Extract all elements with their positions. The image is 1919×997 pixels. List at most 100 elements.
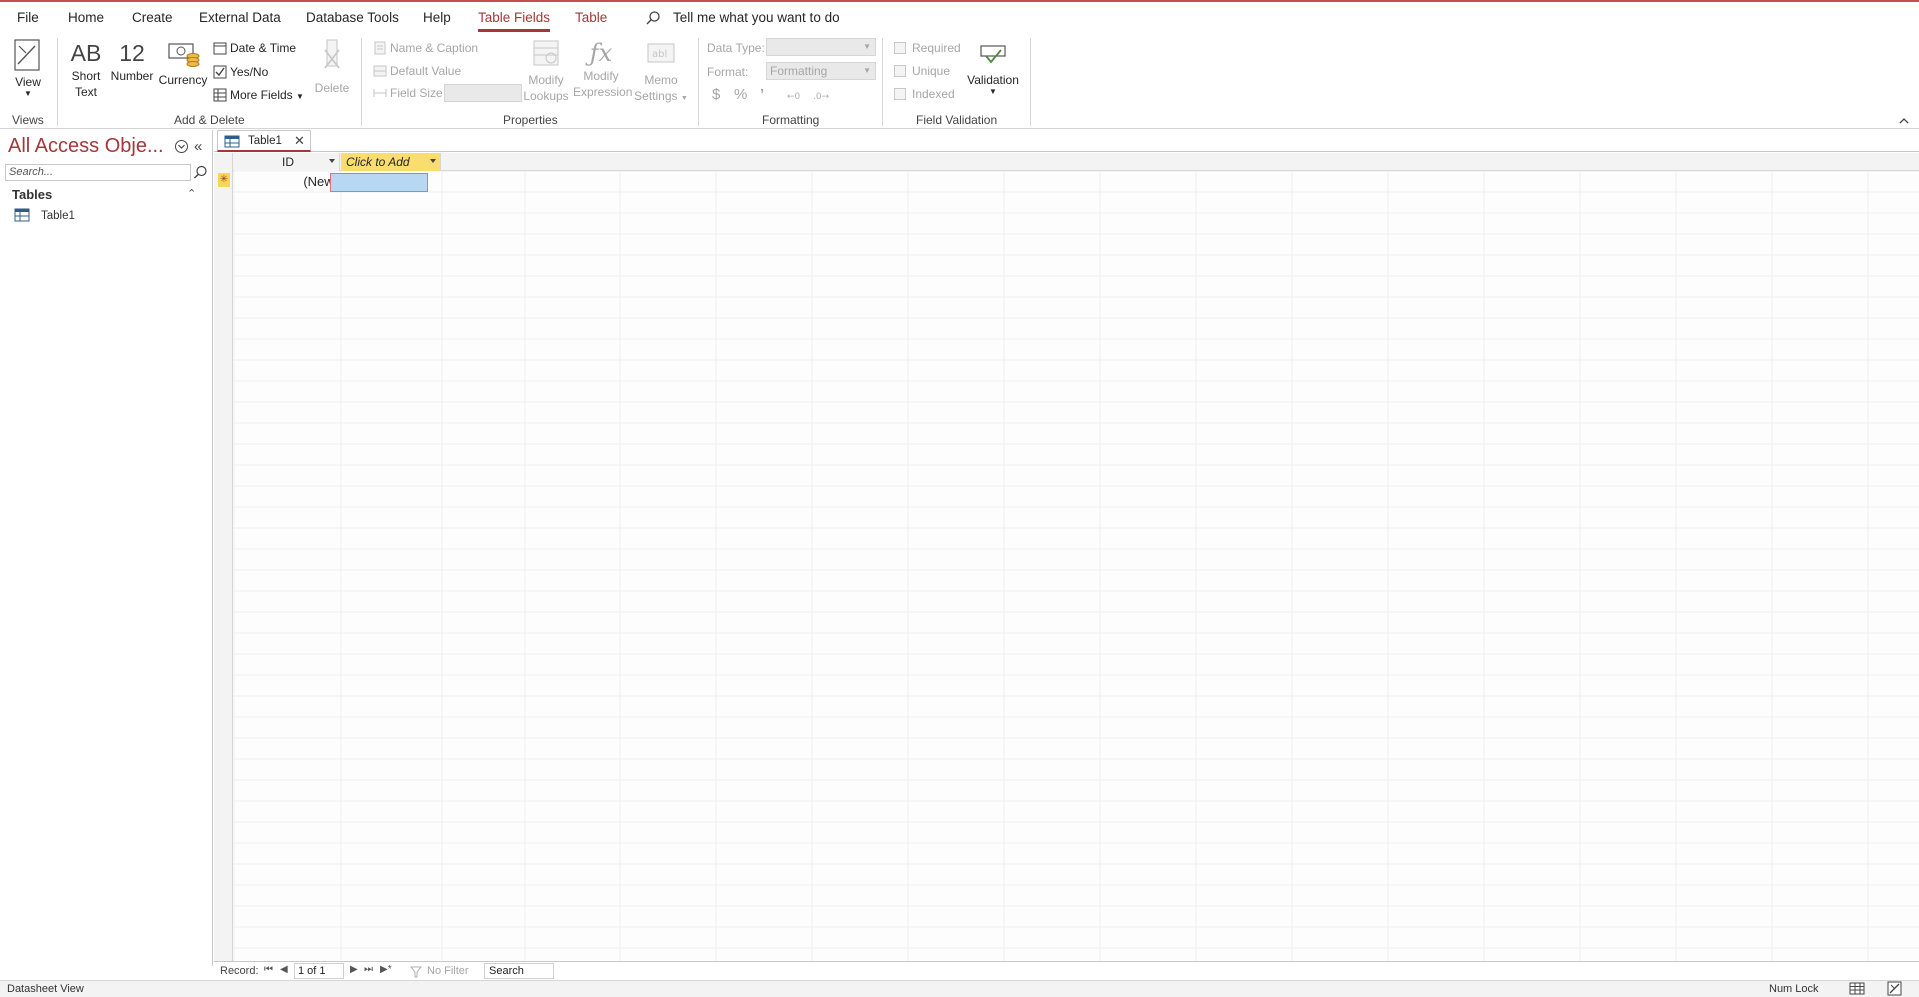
- nav-pane-menu-icon[interactable]: [174, 139, 189, 154]
- nav-item-table1[interactable]: Table1: [14, 206, 204, 226]
- nav-section-label: Tables: [12, 187, 53, 202]
- memo-icon: abl: [647, 43, 675, 63]
- view-button[interactable]: View ▼: [12, 38, 44, 98]
- svg-text:.0→: .0→: [813, 92, 830, 102]
- more-fields-button[interactable]: More Fields ▼: [213, 86, 304, 104]
- tab-home[interactable]: Home: [68, 10, 104, 25]
- chevron-down-icon: ▼: [989, 87, 997, 96]
- data-type-select[interactable]: ▼: [766, 38, 876, 56]
- delete-field-button[interactable]: Delete: [313, 38, 351, 96]
- modify-expression-button[interactable]: ƒx Modify Expression: [573, 38, 632, 100]
- new-record-icon: ✳: [218, 173, 230, 187]
- current-record-input[interactable]: 1 of 1: [294, 963, 344, 979]
- nav-pane-title[interactable]: All Access Obje...: [8, 135, 164, 158]
- new-record-button-icon[interactable]: ▶*: [380, 964, 392, 975]
- name-caption-label: Name & Caption: [390, 41, 479, 55]
- collapse-ribbon-icon[interactable]: [1897, 114, 1911, 128]
- chevron-down-icon: ▼: [863, 42, 871, 51]
- document-tab-table1[interactable]: Table1 ✕: [217, 130, 311, 152]
- group-label-properties: Properties: [503, 113, 558, 127]
- tab-file[interactable]: File: [17, 10, 39, 25]
- column-header-click-to-add[interactable]: Click to Add: [341, 153, 441, 171]
- shutter-bar-close-icon[interactable]: «: [194, 138, 202, 155]
- default-value-label: Default Value: [390, 64, 462, 78]
- nav-search-input[interactable]: Search...: [5, 164, 191, 181]
- search-icon[interactable]: [192, 164, 209, 181]
- active-cell[interactable]: [330, 173, 428, 192]
- currency-icon: [168, 43, 200, 67]
- percent-format-button[interactable]: %: [734, 86, 747, 104]
- default-value-button[interactable]: Default Value: [373, 62, 461, 80]
- tab-help[interactable]: Help: [423, 10, 451, 25]
- chevron-down-icon[interactable]: [430, 159, 436, 163]
- required-checkbox-box: [894, 42, 906, 54]
- indexed-checkbox[interactable]: Indexed: [894, 85, 955, 103]
- ribbon: View ▼ Views AB Short Text 12 Number Cur…: [0, 34, 1919, 129]
- status-view-label: Datasheet View: [7, 983, 84, 995]
- id-cell-new[interactable]: (New): [234, 172, 340, 192]
- tab-create[interactable]: Create: [132, 10, 173, 25]
- memo-settings-button[interactable]: abl Memo Settings ▼: [633, 38, 689, 107]
- short-text-label-line2: Text: [74, 85, 97, 99]
- table-grid-icon: [213, 88, 227, 102]
- nav-section-tables[interactable]: Tables ⌃: [0, 184, 212, 204]
- tell-me-box[interactable]: Tell me what you want to do: [673, 10, 840, 25]
- number-button[interactable]: 12 Number: [108, 38, 156, 84]
- format-select[interactable]: Formatting ▼: [766, 62, 876, 80]
- currency-label: Currency: [158, 73, 208, 87]
- modify-lookups-line2: Lookups: [523, 89, 569, 103]
- short-text-label-line1: Short: [71, 69, 101, 83]
- comma-format-button[interactable]: ’: [760, 86, 764, 104]
- table-icon: [14, 208, 30, 222]
- name-caption-button[interactable]: Name & Caption: [373, 39, 478, 57]
- last-record-icon[interactable]: ⏭: [364, 964, 373, 975]
- datasheet[interactable]: ID Click to Add ✳ (New): [214, 153, 1919, 961]
- unique-checkbox[interactable]: Unique: [894, 62, 950, 80]
- yes-no-label: Yes/No: [230, 65, 269, 79]
- group-label-formatting: Formatting: [762, 113, 820, 127]
- chevron-down-icon[interactable]: [329, 159, 335, 163]
- tab-database-tools[interactable]: Database Tools: [306, 10, 399, 25]
- modify-lookups-button[interactable]: Modify Lookups: [523, 38, 569, 104]
- currency-button[interactable]: Currency: [158, 38, 208, 88]
- tab-external-data[interactable]: External Data: [199, 10, 281, 25]
- double-chevron-up-icon: ⌃: [187, 188, 197, 200]
- data-type-label: Data Type:: [707, 41, 765, 55]
- group-label-views: Views: [12, 113, 44, 127]
- field-size-input[interactable]: [444, 84, 522, 102]
- first-record-icon[interactable]: ⏮: [264, 964, 273, 975]
- date-time-label: Date & Time: [230, 41, 297, 55]
- more-fields-label: More Fields: [230, 88, 293, 102]
- tab-table-fields[interactable]: Table Fields: [478, 10, 551, 32]
- increase-decimals-icon[interactable]: ←0: [787, 88, 803, 102]
- number-label: Number: [110, 69, 154, 83]
- filter-status[interactable]: No Filter: [427, 965, 469, 977]
- record-label: Record:: [220, 965, 259, 977]
- next-record-icon[interactable]: ▶: [350, 964, 358, 975]
- function-fx-icon: ƒx: [589, 39, 613, 67]
- previous-record-icon[interactable]: ◀: [280, 964, 288, 975]
- svg-text:abl: abl: [652, 49, 667, 60]
- close-icon[interactable]: ✕: [294, 133, 305, 149]
- default-value-icon: [373, 65, 387, 77]
- short-text-button[interactable]: AB Short Text: [68, 38, 104, 100]
- column-header-id[interactable]: ID: [234, 153, 340, 171]
- group-divider: [361, 38, 362, 126]
- validation-button[interactable]: Validation ▼: [962, 38, 1024, 96]
- document-tab-strip: Table1 ✕: [214, 130, 1919, 152]
- navigation-pane: All Access Obje... « Search... Tables ⌃ …: [0, 130, 213, 966]
- record-navigation-bar: Record: ⏮ ◀ 1 of 1 ▶ ⏭ ▶* No Filter Sear…: [214, 961, 1919, 980]
- modify-lookups-line1: Modify: [528, 73, 564, 87]
- num-lock-indicator: Num Lock: [1769, 983, 1819, 995]
- date-time-button[interactable]: Date & Time: [213, 39, 296, 57]
- tab-table[interactable]: Table: [575, 10, 607, 25]
- decrease-decimals-icon[interactable]: .0→: [813, 88, 831, 102]
- required-checkbox[interactable]: Required: [894, 39, 961, 57]
- validation-icon: [980, 45, 1006, 64]
- datasheet-view-icon[interactable]: [1849, 981, 1865, 996]
- design-view-icon[interactable]: [1887, 981, 1903, 996]
- currency-format-button[interactable]: $: [712, 86, 720, 104]
- record-search-input[interactable]: Search: [484, 963, 554, 979]
- column-header-label: Click to Add: [346, 155, 410, 169]
- yes-no-button[interactable]: Yes/No: [213, 63, 268, 81]
